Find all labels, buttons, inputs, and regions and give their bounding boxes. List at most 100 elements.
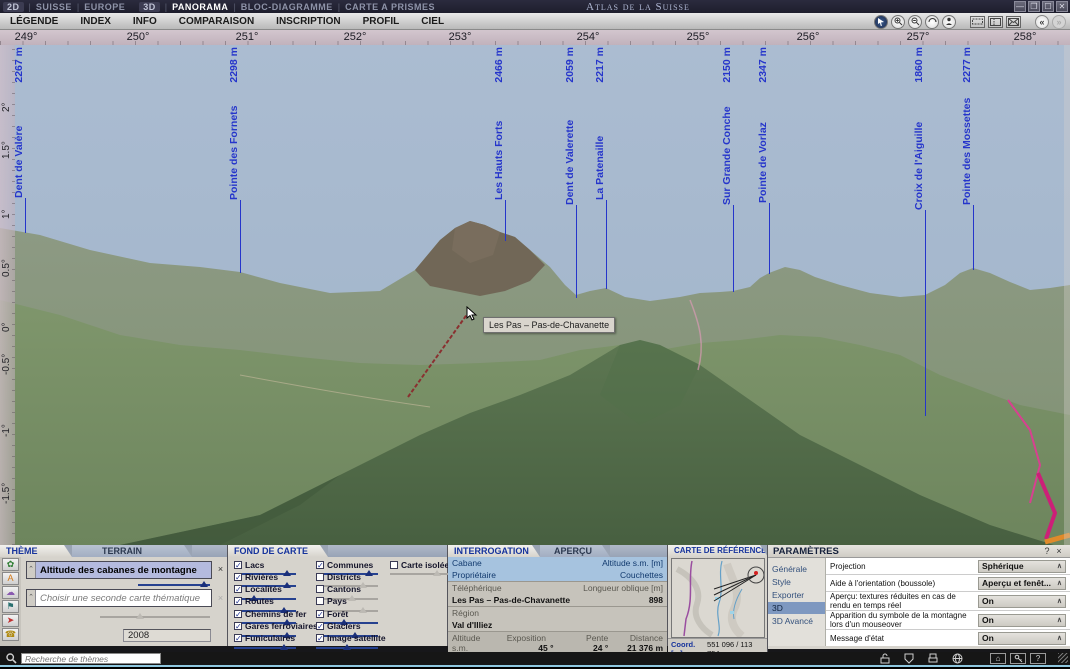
checkbox-checked[interactable]: ✓ xyxy=(234,634,242,642)
checkbox-unchecked[interactable] xyxy=(316,585,324,593)
menu-bloc-diagramme[interactable]: BLOC-DIAGRAMME xyxy=(241,2,333,12)
basemap-layer-label[interactable]: Routes xyxy=(245,596,274,606)
settings-value-dropdown[interactable]: On∧ xyxy=(978,614,1066,627)
settings-value-dropdown[interactable]: Aperçu et fenêt...∧ xyxy=(978,577,1066,590)
checkbox-unchecked[interactable] xyxy=(316,573,324,581)
close-button[interactable]: ✕ xyxy=(1056,1,1068,12)
menu-info[interactable]: INFO xyxy=(133,16,157,27)
layer-opacity-slider[interactable] xyxy=(316,644,378,651)
theme-select[interactable]: ⌃ Altitude des cabanes de montagne xyxy=(26,561,212,579)
shield-icon[interactable] xyxy=(904,653,914,664)
settings-value-dropdown[interactable]: Sphérique∧ xyxy=(978,560,1066,573)
basemap-layer-label[interactable]: Funiculaires xyxy=(245,633,295,643)
basemap-layer-label[interactable]: Chemins de fer xyxy=(245,609,306,619)
tab-interrogation[interactable]: INTERROGATION xyxy=(448,545,540,557)
mode-3d[interactable]: 3D xyxy=(139,2,160,12)
checkbox-checked[interactable]: ✓ xyxy=(234,610,242,618)
slider-thumb[interactable] xyxy=(343,644,351,650)
checkbox-unchecked[interactable] xyxy=(390,561,398,569)
checkbox-checked[interactable]: ✓ xyxy=(234,597,242,605)
checkbox-checked[interactable]: ✓ xyxy=(234,573,242,581)
basemap-layer-label[interactable]: Pays xyxy=(327,596,347,606)
panorama-view[interactable]: Dent de Valère2267 mPointe des Fornets22… xyxy=(0,45,1070,545)
settings-nav-générale[interactable]: Générale xyxy=(768,563,825,575)
menu-profil[interactable]: PROFIL xyxy=(363,16,400,27)
restore-button[interactable]: ❐ xyxy=(1028,1,1040,12)
menu-panorama[interactable]: PANORAMA xyxy=(172,2,228,12)
resize-grip[interactable] xyxy=(1058,653,1068,663)
transport-icon[interactable]: ➤ xyxy=(2,614,19,627)
tools-button[interactable] xyxy=(1010,653,1026,664)
checkbox-checked[interactable]: ✓ xyxy=(234,561,242,569)
basemap-layer-label[interactable]: Cantons xyxy=(327,584,361,594)
settings-nav-style[interactable]: Style xyxy=(768,576,825,588)
help-button[interactable]: ? xyxy=(1030,653,1046,664)
clear-second-theme-button[interactable]: × xyxy=(215,593,226,604)
menu-ciel[interactable]: CIEL xyxy=(421,16,444,27)
settings-help-button[interactable]: ? xyxy=(1041,546,1053,556)
slider-thumb[interactable] xyxy=(136,613,144,619)
checkbox-checked[interactable]: ✓ xyxy=(234,622,242,630)
mail-button[interactable] xyxy=(1006,16,1021,28)
tab-apercu[interactable]: APERÇU xyxy=(540,545,610,557)
settings-nav-3d[interactable]: 3D xyxy=(768,602,825,614)
basemap-layer-label[interactable]: Lacs xyxy=(245,560,264,570)
pointer-tool-button[interactable] xyxy=(874,15,888,29)
zoom-in-button[interactable] xyxy=(891,15,905,29)
slider-thumb[interactable] xyxy=(433,570,441,576)
basemap-layer-label[interactable]: Gares ferroviaires xyxy=(245,621,318,631)
basemap-layer-label[interactable]: Localités xyxy=(245,584,282,594)
basemap-layer-label[interactable]: Rivières xyxy=(245,572,278,582)
menu-legende[interactable]: LÉGENDE xyxy=(10,16,58,27)
split-view-button[interactable] xyxy=(988,16,1003,28)
menu-comparaison[interactable]: COMPARAISON xyxy=(179,16,254,27)
slider-thumb[interactable] xyxy=(280,644,288,650)
menu-index[interactable]: INDEX xyxy=(80,16,111,27)
checkbox-checked[interactable]: ✓ xyxy=(316,634,324,642)
tab-theme[interactable]: THÈME xyxy=(0,545,72,557)
observer-position-button[interactable] xyxy=(942,15,956,29)
history-back-button[interactable]: « xyxy=(1035,15,1049,29)
basemap-layer-label[interactable]: Glaciers xyxy=(327,621,361,631)
settings-value-dropdown[interactable]: On∧ xyxy=(978,595,1066,608)
menu-carte-a-prismes[interactable]: CARTE A PRISMES xyxy=(345,2,435,12)
settings-value-dropdown[interactable]: On∧ xyxy=(978,632,1066,645)
tab-terrain[interactable]: TERRAIN xyxy=(72,545,192,557)
printer-icon[interactable] xyxy=(928,653,938,664)
year-field[interactable] xyxy=(123,629,211,642)
slider-thumb[interactable] xyxy=(200,581,208,587)
clear-theme-button[interactable]: × xyxy=(215,564,226,575)
basemap-layer-label[interactable]: Districts xyxy=(327,572,361,582)
checkbox-checked[interactable]: ✓ xyxy=(316,610,324,618)
unlock-icon[interactable] xyxy=(880,653,890,664)
globe-icon[interactable] xyxy=(952,653,963,664)
maximize-button[interactable]: ☐ xyxy=(1042,1,1054,12)
mode-2d[interactable]: 2D xyxy=(3,2,24,12)
menu-europe[interactable]: EUROPE xyxy=(84,2,125,12)
menu-inscription[interactable]: INSCRIPTION xyxy=(276,16,340,27)
second-theme-select[interactable]: ⌃ Choisir une seconde carte thématique xyxy=(26,589,212,607)
flag-icon[interactable]: ⚑ xyxy=(2,600,19,613)
settlement-icon[interactable]: A xyxy=(2,572,19,585)
basemap-layer-label[interactable]: Communes xyxy=(327,560,373,570)
layer-opacity-slider[interactable] xyxy=(390,570,452,577)
checkbox-checked[interactable]: ✓ xyxy=(316,622,324,630)
measure-tool-button[interactable] xyxy=(970,16,985,28)
history-forward-button[interactable]: » xyxy=(1052,15,1066,29)
rotate-view-button[interactable] xyxy=(925,15,939,29)
population-icon[interactable]: ☁ xyxy=(2,586,19,599)
checkbox-unchecked[interactable] xyxy=(316,597,324,605)
settings-nav-exporter[interactable]: Exporter xyxy=(768,589,825,601)
second-theme-opacity-slider[interactable] xyxy=(100,613,210,620)
checkbox-checked[interactable]: ✓ xyxy=(316,561,324,569)
basemap-layer-label[interactable]: Carte isolée xyxy=(401,560,449,570)
basemap-layer-label[interactable]: Image satellite xyxy=(327,633,386,643)
menu-suisse[interactable]: SUISSE xyxy=(36,2,72,12)
reference-map[interactable] xyxy=(671,558,765,638)
minimize-button[interactable]: — xyxy=(1014,1,1026,12)
nature-icon[interactable]: ✿ xyxy=(2,558,19,571)
settings-nav-3d-avancé[interactable]: 3D Avancé xyxy=(768,615,825,627)
zoom-out-button[interactable] xyxy=(908,15,922,29)
checkbox-checked[interactable]: ✓ xyxy=(234,585,242,593)
settings-close-button[interactable]: × xyxy=(1053,546,1065,556)
